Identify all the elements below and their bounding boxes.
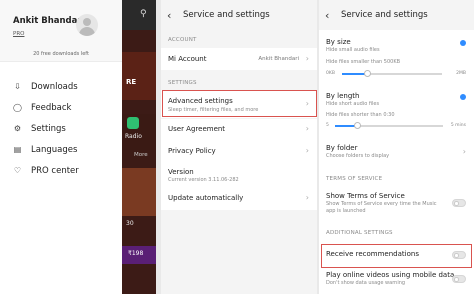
phone-advanced-settings: ‹ Service and settings By size Hide smal… (319, 0, 474, 294)
by-size-checkbox[interactable] (460, 40, 466, 46)
drawer-header: Ankit Bhandari PRO 20 free downloads lef… (0, 0, 122, 62)
play-online-toggle[interactable] (452, 275, 466, 283)
show-terms-row[interactable]: Show Terms of Service Show Terms of Serv… (319, 188, 474, 220)
phone-settings: ‹ Service and settings ACCOUNT Mi Accoun… (161, 0, 317, 294)
privacy-policy-row[interactable]: Privacy Policy › (161, 141, 317, 163)
plan-badge[interactable]: PRO (13, 31, 24, 37)
size-slider[interactable] (342, 70, 442, 77)
chevron-right-icon: › (305, 193, 309, 202)
phone-drawer: ⚲ RE Radio More 30 ₹198 Ankit Bhandari P… (0, 0, 156, 294)
languages-icon: ▤ (13, 145, 22, 154)
mi-account-row[interactable]: Mi Account Ankit Bhandari › (161, 48, 317, 70)
size-slider-knob[interactable] (364, 70, 371, 77)
by-length-row[interactable]: By length Hide short audio files Hide fi… (319, 88, 474, 136)
section-settings: SETTINGS (168, 80, 197, 86)
drawer-item-languages[interactable]: ▤ Languages (12, 144, 78, 155)
section-terms: TERMS OF SERVICE (326, 176, 383, 182)
drawer-item-downloads[interactable]: ⇩ Downloads (12, 81, 78, 92)
empty-area (161, 210, 317, 294)
drawer-item-settings[interactable]: ⚙ Settings (12, 123, 66, 134)
highlight-box (162, 90, 317, 117)
show-terms-toggle[interactable] (452, 199, 466, 207)
user-name: Ankit Bhandari (13, 16, 85, 26)
chevron-right-icon: › (305, 124, 309, 133)
length-slider[interactable] (335, 122, 443, 129)
navigation-drawer: Ankit Bhandari PRO 20 free downloads lef… (0, 0, 122, 294)
version-row: Version Current version 3.11.06-282 (161, 163, 317, 188)
feedback-icon: ◯ (13, 103, 22, 112)
background-app: ⚲ RE Radio More 30 ₹198 (122, 0, 156, 294)
background-album (122, 168, 156, 216)
search-icon[interactable]: ⚲ (140, 9, 147, 19)
highlight-box (321, 244, 472, 268)
background-banner: RE (122, 52, 156, 100)
background-radio: Radio (122, 114, 156, 150)
toggle-thumb (454, 277, 459, 282)
back-icon[interactable]: ‹ (325, 9, 333, 22)
chevron-right-icon: › (305, 54, 309, 63)
page-title: Service and settings (183, 10, 270, 20)
diamond-icon: ♡ (13, 166, 22, 175)
free-downloads-text: 20 free downloads left (33, 51, 89, 57)
background-price: ₹198 (122, 246, 156, 264)
update-automatically-row[interactable]: Update automatically › (161, 188, 317, 210)
radio-icon (127, 117, 139, 129)
by-size-row[interactable]: By size Hide small audio files Hide file… (319, 34, 474, 84)
advanced-header: ‹ Service and settings (319, 0, 474, 30)
play-online-row[interactable]: Play online videos using mobile data Don… (319, 269, 474, 294)
section-additional: ADDITIONAL SETTINGS (326, 230, 393, 236)
drawer-item-feedback[interactable]: ◯ Feedback (12, 102, 71, 113)
background-topbar: ⚲ (122, 0, 156, 30)
by-length-checkbox[interactable] (460, 94, 466, 100)
user-agreement-row[interactable]: User Agreement › (161, 119, 317, 141)
avatar[interactable] (76, 14, 98, 36)
avatar-body (79, 27, 95, 36)
by-folder-row[interactable]: By folder Choose folders to display › (319, 140, 474, 166)
gear-icon: ⚙ (13, 124, 22, 133)
back-icon[interactable]: ‹ (167, 9, 175, 22)
screenshot-collage: ⚲ RE Radio More 30 ₹198 Ankit Bhandari P… (0, 0, 474, 294)
section-account: ACCOUNT (168, 37, 197, 43)
mi-account-value: Ankit Bhandari (258, 56, 299, 62)
page-title: Service and settings (341, 10, 428, 20)
chevron-right-icon: › (305, 146, 309, 155)
length-slider-knob[interactable] (353, 122, 361, 129)
toggle-thumb (454, 201, 459, 206)
settings-header: ‹ Service and settings (161, 0, 317, 30)
drawer-item-pro-center[interactable]: ♡ PRO center (12, 165, 79, 176)
download-icon: ⇩ (14, 82, 21, 91)
avatar-head (83, 18, 91, 26)
chevron-right-icon: › (462, 147, 466, 156)
